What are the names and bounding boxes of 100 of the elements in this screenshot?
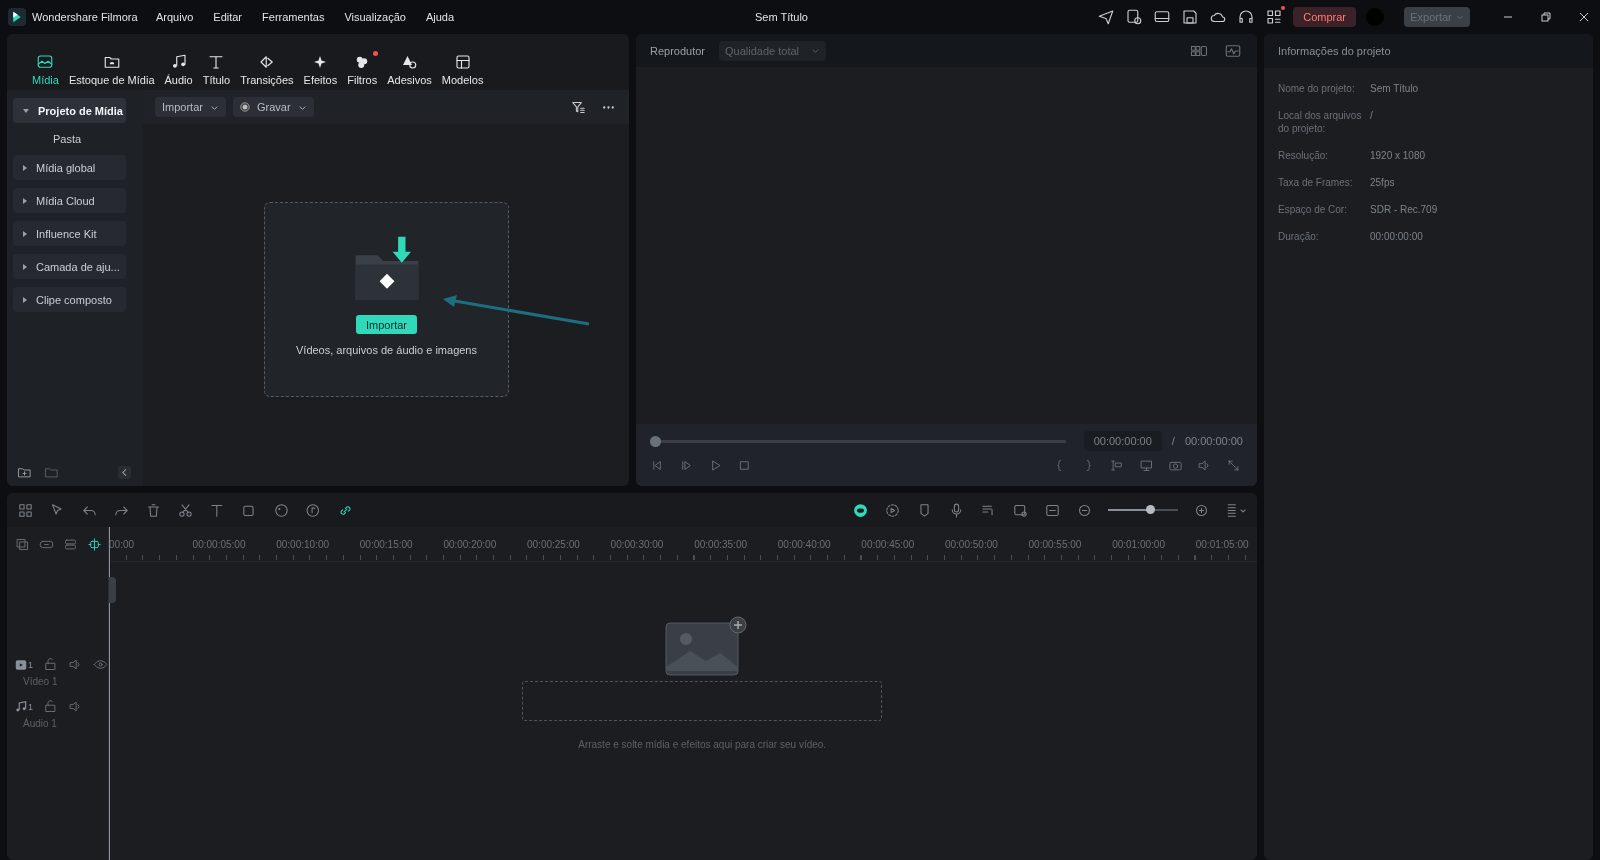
- info-value: /: [1370, 109, 1373, 123]
- record-dropdown[interactable]: Gravar: [232, 97, 314, 117]
- stop-icon[interactable]: [737, 458, 752, 473]
- ruler-label: 00:00:20:00: [443, 538, 498, 550]
- total-time: 00:00:00:00: [1184, 435, 1243, 447]
- paper-plane-icon[interactable]: [1097, 8, 1116, 26]
- player-label: Reprodutor: [650, 44, 706, 57]
- scroll-handle[interactable]: [109, 577, 116, 603]
- ruler-label: 00:00:55:00: [1028, 538, 1083, 550]
- info-label: Duração:: [1278, 230, 1320, 243]
- timeline-hint: Arraste e solte mídia e efeitos aqui para criar seu vídeo.: [578, 739, 827, 750]
- info-label: Taxa de Frames:: [1278, 176, 1354, 189]
- next-frame-icon[interactable]: [679, 458, 694, 473]
- ruler-label: 00:00: [109, 538, 136, 550]
- info-label: Espaço de Cor:: [1278, 203, 1348, 216]
- display-icon[interactable]: [1139, 458, 1154, 473]
- folder-icon[interactable]: [44, 465, 59, 480]
- ruler-label: 00:00:30:00: [610, 538, 665, 550]
- info-value: SDR - Rec.709: [1370, 203, 1438, 216]
- track-name: Áudio 1: [22, 718, 58, 729]
- info-value: 1920 x 1080: [1370, 149, 1426, 162]
- info-value: 25fps: [1370, 176, 1395, 189]
- time-separator: /: [1171, 435, 1175, 447]
- collapse-icon[interactable]: [118, 466, 131, 479]
- sidebar-subitem[interactable]: Pasta: [13, 131, 82, 147]
- sidebar-item[interactable]: Clipe composto: [13, 287, 126, 312]
- dropzone-hint: Vídeos, arquivos de áudio e imagens: [296, 344, 477, 356]
- timeline-dropzone[interactable]: [522, 681, 883, 721]
- expand-icon[interactable]: [1226, 458, 1241, 473]
- info-label: Local dos arquivos do projeto:: [1278, 109, 1363, 135]
- app-logo-icon: [8, 8, 26, 26]
- import-dropzone[interactable]: Importar Vídeos, arquivos de áudio e imagens: [264, 202, 509, 397]
- media-tab[interactable]: Título: [197, 53, 236, 86]
- track-number: 1: [28, 659, 33, 670]
- ruler-label: 00:00:05:00: [192, 538, 247, 550]
- caret-icon: [811, 46, 821, 55]
- info-label: Nome do projeto:: [1278, 82, 1356, 95]
- media-tab[interactable]: Mídia: [27, 53, 64, 86]
- insert-icon[interactable]: [1110, 458, 1125, 473]
- add-track-icon[interactable]: [15, 536, 30, 552]
- lock-icon[interactable]: [43, 657, 58, 672]
- media-tab[interactable]: Efeitos: [298, 53, 343, 86]
- tracks-icon[interactable]: [63, 536, 78, 552]
- menu-item[interactable]: Arquivo: [156, 11, 194, 23]
- ruler-label: 00:00:35:00: [694, 538, 748, 550]
- media-tab[interactable]: Estoque de Mídia: [63, 53, 160, 86]
- window-title: Sem Título: [755, 11, 808, 23]
- image-add-icon: [662, 615, 749, 679]
- music-note-icon: [14, 699, 28, 714]
- sidebar-item[interactable]: Mídia Cloud: [13, 188, 126, 213]
- robot-icon[interactable]: [852, 501, 869, 519]
- sidebar-item[interactable]: Camada de aju...: [13, 254, 126, 279]
- layout-icon[interactable]: [17, 501, 34, 519]
- info-value: 00:00:00:00: [1370, 230, 1423, 243]
- menu-item[interactable]: Ajuda: [425, 11, 455, 23]
- menu-item[interactable]: Ferramentas: [262, 11, 325, 23]
- track-number: 1: [28, 701, 33, 712]
- ruler-label: 00:01:00:00: [1112, 538, 1166, 550]
- playhead-handle[interactable]: [650, 435, 661, 447]
- sidebar-item[interactable]: Mídia global: [13, 155, 126, 180]
- ruler-label: 00:00:25:00: [527, 538, 581, 550]
- document-clock-icon[interactable]: [1125, 8, 1144, 26]
- menu-item[interactable]: Editar: [213, 11, 243, 23]
- sidebar-item[interactable]: Influence Kit: [13, 221, 126, 246]
- buy-button[interactable]: Comprar: [1293, 7, 1356, 27]
- scissors-icon[interactable]: [177, 501, 194, 519]
- notification-dot-icon: [1281, 6, 1286, 10]
- trash-icon[interactable]: [145, 501, 162, 519]
- ruler-label: 00:00:15:00: [359, 538, 414, 550]
- snap-icon[interactable]: [87, 536, 102, 552]
- lock-icon[interactable]: [43, 699, 58, 714]
- ruler-label: 00:00:40:00: [777, 538, 832, 550]
- restore-icon[interactable]: [1538, 9, 1554, 25]
- grid-icon[interactable]: [1265, 8, 1284, 26]
- ruler-label: 00:00:50:00: [944, 538, 999, 550]
- media-tab[interactable]: Adesivos: [382, 53, 437, 86]
- film-icon: [14, 657, 28, 672]
- play-circle-icon[interactable]: [884, 501, 901, 519]
- info-value: Sem Título: [1370, 82, 1419, 95]
- save-icon[interactable]: [1181, 8, 1200, 26]
- import-dropdown[interactable]: Importar: [155, 97, 226, 117]
- media-tab[interactable]: Filtros: [342, 53, 383, 86]
- ruler-label: 00:01:05:00: [1195, 538, 1250, 550]
- app-name: Wondershare Filmora: [32, 11, 138, 23]
- media-tab[interactable]: Modelos: [436, 53, 489, 86]
- info-label: Resolução:: [1278, 149, 1330, 162]
- ruler-label: 00:00:45:00: [861, 538, 916, 550]
- sidebar-item[interactable]: Projeto de Mídia: [13, 98, 126, 123]
- info-title: Informações do projeto: [1264, 34, 1593, 68]
- track-layout-icon[interactable]: [1225, 501, 1247, 519]
- current-time-field[interactable]: 00:00:00:00: [1083, 431, 1162, 451]
- headset-icon[interactable]: [1237, 8, 1256, 26]
- media-tab[interactable]: Transições: [235, 53, 299, 86]
- new-folder-icon[interactable]: [17, 465, 32, 480]
- record-icon: [239, 102, 250, 112]
- zoom-handle[interactable]: [1146, 505, 1156, 514]
- eye-icon[interactable]: [93, 657, 108, 672]
- media-tab[interactable]: Áudio: [159, 53, 198, 86]
- import-button[interactable]: Importar: [356, 315, 417, 334]
- menu-item[interactable]: Visualização: [344, 11, 406, 23]
